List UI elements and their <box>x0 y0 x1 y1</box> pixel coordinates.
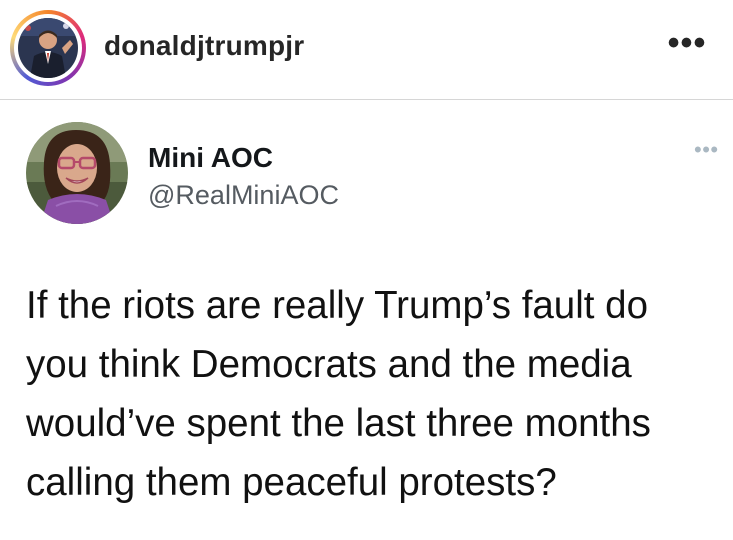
more-options-icon[interactable]: ••• <box>660 26 714 68</box>
tweet-author-avatar[interactable] <box>26 122 128 224</box>
post-username[interactable]: donaldjtrumpjr <box>104 30 304 62</box>
avatar-frame <box>14 14 82 82</box>
instagram-post-header: donaldjtrumpjr ••• <box>0 0 733 100</box>
profile-photo-icon[interactable] <box>18 18 78 78</box>
tweet-more-icon[interactable]: ••• <box>694 139 719 161</box>
profile-photo-icon <box>26 122 128 224</box>
tweet-handle[interactable]: @RealMiniAOC <box>148 180 339 211</box>
tweet-body-text: If the riots are really Trump’s fault do… <box>26 284 651 504</box>
tweet-display-name[interactable]: Mini AOC <box>148 142 273 174</box>
story-ring[interactable] <box>10 10 86 86</box>
profile-photo-illustration <box>18 18 78 78</box>
